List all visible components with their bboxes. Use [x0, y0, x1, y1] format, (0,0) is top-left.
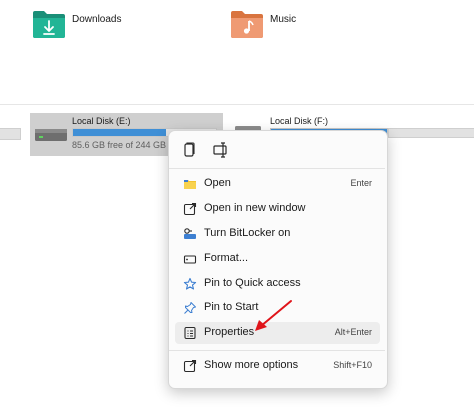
menu-item-open[interactable]: Open Enter [175, 173, 380, 195]
menu-item-label: Pin to Quick access [204, 277, 301, 289]
folder-music[interactable]: Music [230, 9, 330, 41]
hard-drive-icon [35, 129, 67, 141]
menu-item-format[interactable]: Format... [175, 248, 380, 270]
bitlocker-key-icon [184, 228, 196, 239]
folder-downloads[interactable]: Downloads [32, 9, 152, 41]
folder-label-music: Music [270, 14, 297, 25]
drive-e-usage-fill [73, 129, 166, 136]
copy-icon [184, 142, 195, 157]
drive-partial-right [388, 128, 474, 138]
menu-item-shortcut: Alt+Enter [334, 327, 372, 337]
section-divider [0, 104, 474, 105]
menu-item-pin-quick-access[interactable]: Pin to Quick access [175, 273, 380, 295]
new-window-icon [183, 202, 197, 216]
downloads-folder-icon [33, 11, 65, 38]
menu-item-label: Format... [204, 252, 249, 264]
drive-partial-left [0, 128, 21, 140]
music-folder-icon [231, 11, 263, 38]
folder-label-downloads: Downloads [72, 14, 122, 25]
menu-item-shortcut: Enter [350, 178, 372, 188]
more-options-icon [183, 359, 197, 373]
open-folder-icon [184, 180, 196, 189]
star-icon [183, 277, 197, 290]
menu-item-open-new-window[interactable]: Open in new window [175, 198, 380, 220]
menu-item-label: Properties [204, 326, 255, 338]
menu-item-label: Open [204, 177, 231, 189]
pin-icon [184, 302, 196, 314]
menu-item-label: Show more options [204, 359, 299, 371]
format-drive-icon [183, 255, 197, 264]
drive-e-name: Local Disk (E:) [72, 116, 131, 126]
menu-item-bitlocker[interactable]: Turn BitLocker on [175, 223, 380, 245]
rename-button[interactable] [211, 140, 231, 160]
context-menu: Open Enter Open in new window Turn BitLo… [168, 130, 388, 389]
drive-f-name: Local Disk (F:) [270, 116, 329, 126]
rename-icon [213, 142, 227, 158]
menu-item-label: Turn BitLocker on [204, 227, 291, 239]
menu-separator [169, 350, 385, 351]
menu-item-shortcut: Shift+F10 [333, 360, 372, 370]
drive-e-free-text: 85.6 GB free of 244 GB [72, 140, 167, 150]
copy-button[interactable] [179, 140, 199, 160]
menu-item-label: Open in new window [204, 202, 306, 214]
annotation-arrow-icon [255, 300, 292, 331]
menu-item-show-more-options[interactable]: Show more options Shift+F10 [175, 355, 380, 377]
menu-separator [169, 168, 385, 169]
properties-icon [184, 326, 196, 340]
